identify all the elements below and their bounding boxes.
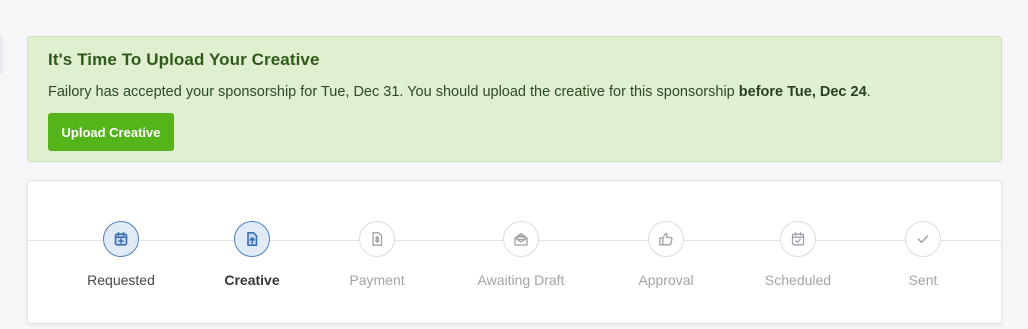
step-scheduled: Scheduled [728, 221, 868, 288]
step-label: Scheduled [764, 272, 832, 288]
left-edge-tab [0, 36, 3, 74]
step-label: Payment [349, 272, 405, 288]
sponsorship-progress-card: Requested Creative Payment Awaiting Draf… [27, 180, 1002, 324]
calendar-plus-icon [114, 231, 128, 246]
step-label: Requested [87, 272, 155, 288]
step-creative: Creative [182, 221, 322, 288]
step-requested: Requested [51, 221, 191, 288]
step-awaiting-draft: Awaiting Draft [451, 221, 591, 288]
check-icon [917, 235, 929, 244]
step-label: Approval [638, 272, 694, 288]
envelope-open-icon [514, 232, 528, 246]
upload-creative-button[interactable]: Upload Creative [48, 113, 174, 151]
upload-creative-alert: It's Time To Upload Your Creative Failor… [27, 36, 1002, 162]
alert-message-end: . [866, 84, 871, 100]
step-creative-circle [234, 221, 270, 257]
step-scheduled-circle [780, 221, 816, 257]
step-sent: Sent [853, 221, 993, 288]
invoice-dollar-icon [372, 232, 383, 246]
step-sent-circle [905, 221, 941, 257]
step-approval: Approval [596, 221, 736, 288]
alert-message-text: Failory has accepted your sponsorship fo… [48, 84, 739, 100]
file-upload-icon [247, 232, 258, 246]
step-approval-circle [648, 221, 684, 257]
step-label: Sent [908, 272, 938, 288]
step-label: Creative [224, 272, 280, 288]
alert-deadline: before Tue, Dec 24 [738, 84, 867, 100]
alert-message: Failory has accepted your sponsorship fo… [48, 84, 871, 100]
thumbs-up-icon [659, 232, 673, 246]
step-payment: Payment [307, 221, 447, 288]
step-payment-circle [359, 221, 395, 257]
calendar-check-icon [791, 232, 805, 246]
step-requested-circle [103, 221, 139, 257]
step-label: Awaiting Draft [477, 272, 565, 288]
step-awaiting-draft-circle [503, 221, 539, 257]
alert-title: It's Time To Upload Your Creative [48, 50, 320, 69]
